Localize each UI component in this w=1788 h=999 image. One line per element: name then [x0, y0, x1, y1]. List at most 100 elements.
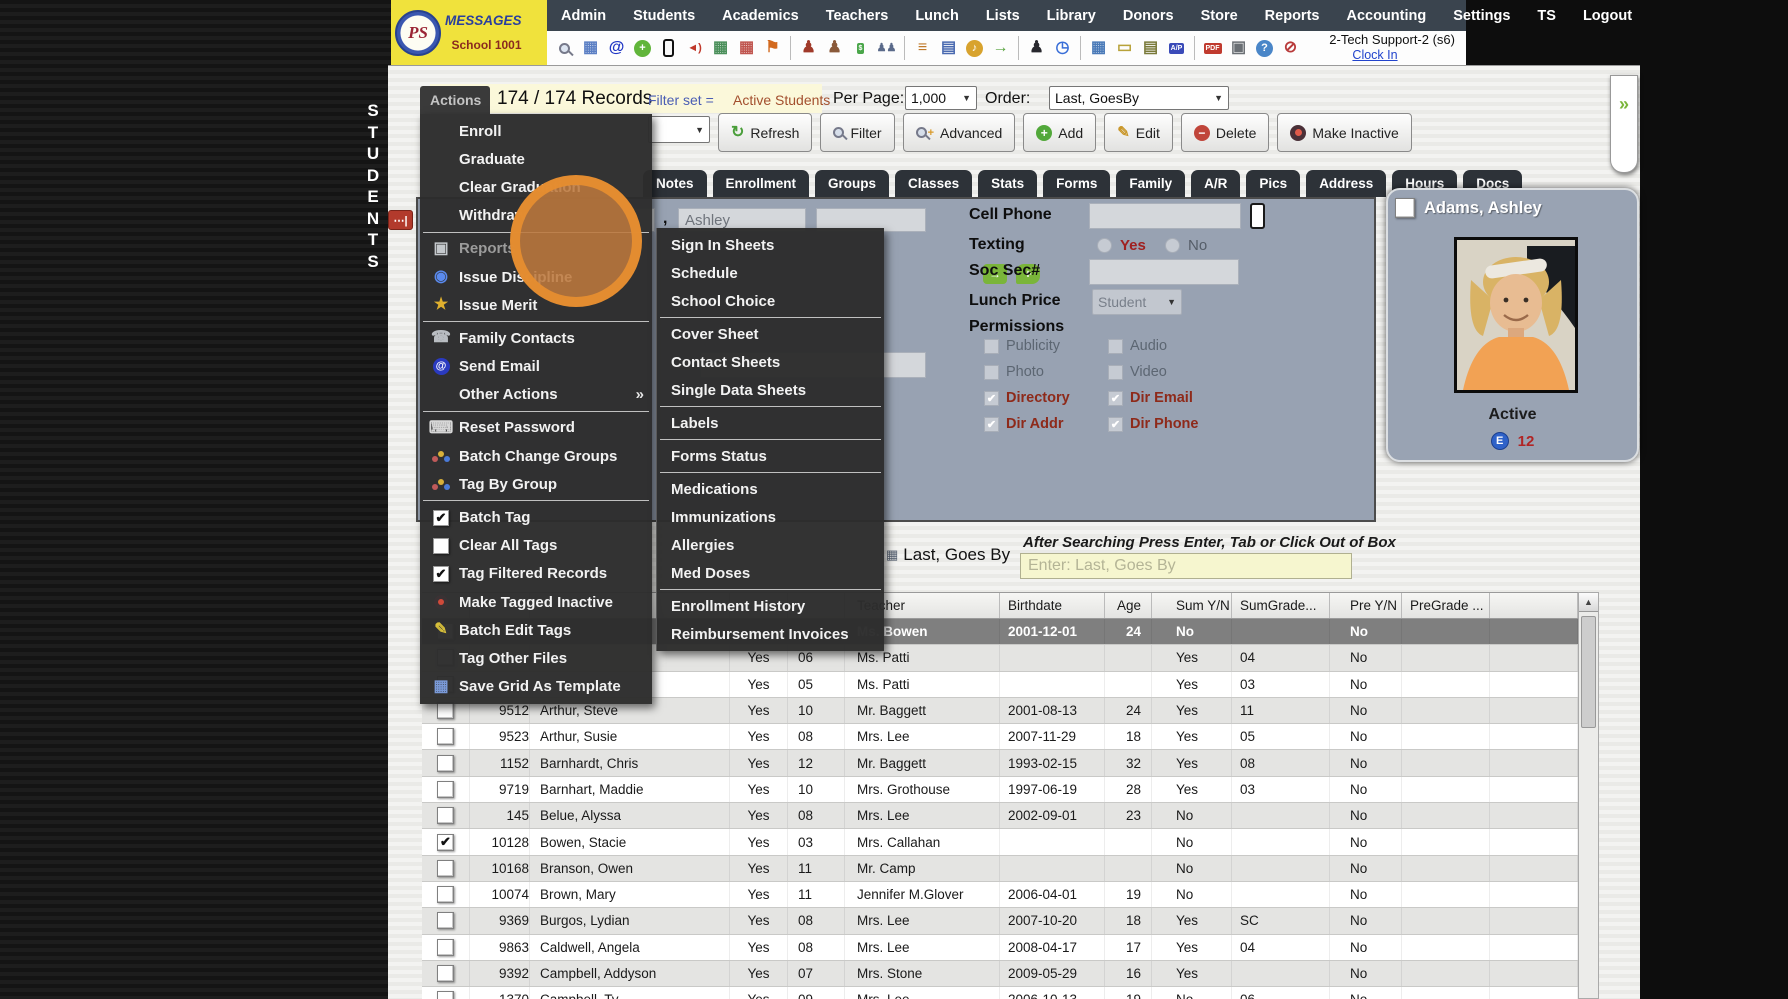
add-student-icon[interactable]: ♟ — [797, 35, 820, 61]
permission-photo-checkbox[interactable] — [984, 365, 999, 380]
submenu-item-reimbursement-invoices[interactable]: Reimbursement Invoices — [657, 620, 884, 648]
row-checkbox[interactable] — [437, 702, 454, 719]
submenu-item-medications[interactable]: Medications — [657, 475, 884, 503]
permission-dir-email-checkbox[interactable]: ✔ — [1108, 391, 1123, 406]
submenu-item-contact-sheets[interactable]: Contact Sheets — [657, 348, 884, 376]
soc-sec-input[interactable] — [1089, 259, 1239, 285]
menu-item-make-tagged-inactive[interactable]: Make Tagged Inactive — [420, 588, 652, 616]
nav-item-library[interactable]: Library — [1047, 8, 1096, 24]
slide-panel-tab[interactable]: » — [1610, 75, 1638, 173]
menu-item-reset-password[interactable]: ⌨Reset Password — [420, 414, 652, 442]
permission-publicity-checkbox[interactable] — [984, 339, 999, 354]
menu-item-issue-discipline[interactable]: ◉Issue Discipline — [420, 263, 652, 291]
submenu-item-forms-status[interactable]: Forms Status — [657, 442, 884, 470]
actions-menu-header[interactable]: Actions — [420, 86, 490, 114]
nav-item-reports[interactable]: Reports — [1265, 8, 1320, 24]
permission-dir-addr-checkbox[interactable]: ✔ — [984, 417, 999, 432]
calculator-icon[interactable]: ▦ — [1087, 35, 1110, 61]
speaker-icon[interactable]: ◄) — [683, 35, 706, 61]
menu-item-clear-all-tags[interactable]: Clear All Tags — [420, 532, 652, 560]
nav-item-accounting[interactable]: Accounting — [1346, 8, 1426, 24]
row-checkbox[interactable] — [437, 807, 454, 824]
menu-item-tag-filtered-records[interactable]: ✔Tag Filtered Records — [420, 560, 652, 588]
grid-header-pregrade[interactable]: PreGrade ... — [1402, 593, 1490, 618]
lunch-price-select[interactable]: Student▼ — [1092, 289, 1182, 315]
tab-groups[interactable]: Groups — [815, 170, 889, 197]
exit-icon[interactable]: → — [989, 35, 1012, 61]
submenu-item-labels[interactable]: Labels — [657, 409, 884, 437]
table-row[interactable]: 9523Arthur, SusieYes08Mrs. Lee2007-11-29… — [422, 724, 1578, 750]
table-row[interactable]: 145Belue, AlyssaYes08Mrs. Lee2002-09-012… — [422, 803, 1578, 829]
delete-button[interactable]: −Delete — [1181, 113, 1269, 152]
submenu-item-cover-sheet[interactable]: Cover Sheet — [657, 320, 884, 348]
advanced-button[interactable]: +Advanced — [903, 113, 1016, 152]
nav-item-store[interactable]: Store — [1201, 8, 1238, 24]
nav-item-students[interactable]: Students — [633, 8, 695, 24]
table-row[interactable]: 9369Burgos, LydianYes08Mrs. Lee2007-10-2… — [422, 908, 1578, 934]
row-checkbox[interactable] — [437, 912, 454, 929]
row-checkbox[interactable] — [437, 991, 454, 999]
pdf-icon[interactable]: PDF — [1201, 35, 1224, 61]
register-icon[interactable]: ▤ — [1139, 35, 1162, 61]
nav-item-admin[interactable]: Admin — [561, 8, 606, 24]
nav-item-settings[interactable]: Settings — [1453, 8, 1510, 24]
nav-item-lists[interactable]: Lists — [986, 8, 1020, 24]
permission-directory-checkbox[interactable]: ✔ — [984, 391, 999, 406]
nav-item-ts[interactable]: TS — [1537, 8, 1556, 24]
row-checkbox[interactable] — [437, 728, 454, 745]
scrollbar-thumb[interactable] — [1581, 616, 1596, 728]
refresh-button[interactable]: ↻Refresh — [718, 113, 812, 152]
edit-button[interactable]: ✎Edit — [1104, 113, 1173, 152]
credit-card-icon[interactable]: ▭ — [1113, 35, 1136, 61]
menu-item-issue-merit[interactable]: ★Issue Merit — [420, 291, 652, 319]
permission-dir-phone-checkbox[interactable]: ✔ — [1108, 417, 1123, 432]
grid-header-age[interactable]: Age — [1105, 593, 1152, 618]
menu-item-tag-by-group[interactable]: Tag By Group — [420, 470, 652, 498]
tab-forms[interactable]: Forms — [1043, 170, 1110, 197]
grid-header-birthdate[interactable]: Birthdate — [1000, 593, 1105, 618]
grid-header-pre-y-n[interactable]: Pre Y/N — [1330, 593, 1402, 618]
student-card-checkbox[interactable] — [1395, 198, 1415, 218]
grid-header-sumgrade[interactable]: SumGrade... — [1232, 593, 1330, 618]
mobile-phone-icon[interactable] — [1250, 203, 1265, 229]
student-icon[interactable]: ♟ — [823, 35, 846, 61]
submenu-item-med-doses[interactable]: Med Doses — [657, 559, 884, 587]
mobile-phone-icon[interactable] — [657, 35, 680, 61]
menu-item-graduate[interactable]: Graduate — [420, 145, 652, 173]
submenu-item-enrollment-history[interactable]: Enrollment History — [657, 592, 884, 620]
menu-item-batch-change-groups[interactable]: Batch Change Groups — [420, 442, 652, 470]
menu-item-send-email[interactable]: @Send Email — [420, 353, 652, 381]
tab-address[interactable]: Address — [1306, 170, 1386, 197]
staff-icon[interactable]: ♟ — [1025, 35, 1048, 61]
announcement-icon[interactable]: ⚑ — [761, 35, 784, 61]
binder-icon[interactable]: ▤ — [937, 35, 960, 61]
scroll-up-button[interactable]: ▲ — [1579, 593, 1598, 612]
texting-yes-radio[interactable] — [1097, 238, 1112, 253]
panel-collapse-handle-icon[interactable]: ⋯| — [388, 210, 413, 230]
grid-calendar-icon[interactable]: ▦ — [579, 35, 602, 61]
row-checkbox[interactable] — [437, 781, 454, 798]
permission-video-checkbox[interactable] — [1108, 365, 1123, 380]
covered-select[interactable]: ▼ — [648, 116, 710, 143]
money-icon[interactable]: $ — [849, 35, 872, 61]
menu-item-withdraw[interactable]: Withdraw — [420, 202, 652, 230]
table-row[interactable]: 9863Caldwell, AngelaYes08Mrs. Lee2008-04… — [422, 935, 1578, 961]
family-group-icon[interactable]: ♟♟ — [875, 35, 898, 61]
menu-item-save-grid-as-template[interactable]: ▦Save Grid As Template — [420, 673, 652, 701]
clock-icon[interactable]: ◷ — [1051, 35, 1074, 61]
row-checkbox[interactable] — [437, 939, 454, 956]
menu-item-clear-graduation[interactable]: Clear Graduation — [420, 173, 652, 201]
tab-a-r[interactable]: A/R — [1191, 170, 1240, 197]
menu-item-family-contacts[interactable]: ☎Family Contacts — [420, 324, 652, 352]
tab-pics[interactable]: Pics — [1246, 170, 1300, 197]
table-row[interactable]: 1152Barnhardt, ChrisYes12Mr. Baggett1993… — [422, 750, 1578, 776]
submenu-item-school-choice[interactable]: School Choice — [657, 287, 884, 315]
tab-notes[interactable]: Notes — [643, 170, 707, 197]
row-checkbox[interactable] — [437, 755, 454, 772]
tab-enrollment[interactable]: Enrollment — [713, 170, 810, 197]
tab-stats[interactable]: Stats — [978, 170, 1037, 197]
enrollment-badge-icon[interactable]: E — [1491, 432, 1509, 450]
chat-plus-icon[interactable]: + — [631, 35, 654, 61]
help-icon[interactable]: ? — [1253, 35, 1276, 61]
menu-item-enroll[interactable]: Enroll — [420, 117, 652, 145]
